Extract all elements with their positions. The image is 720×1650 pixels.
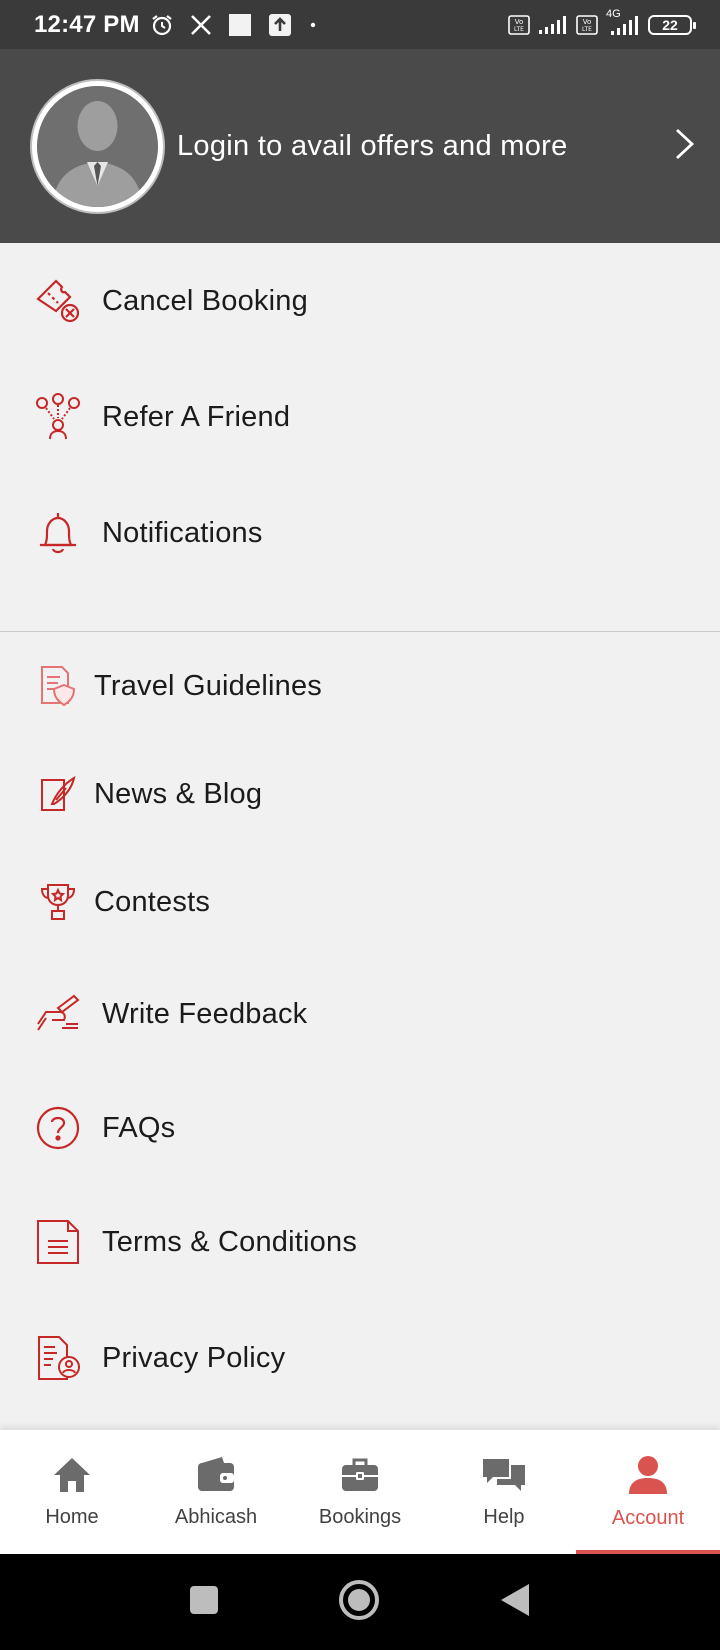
login-text[interactable]: Login to avail offers and more [177,130,568,163]
menu-label: Privacy Policy [102,1341,286,1374]
svg-text:Vo: Vo [515,18,524,26]
login-header[interactable]: Login to avail offers and more [0,49,720,243]
svg-text:Vo: Vo [583,18,592,26]
home-icon [52,1455,92,1500]
menu-label: Terms & Conditions [102,1225,358,1258]
menu-item-notifications[interactable]: Notifications [0,475,720,591]
menu-label: Refer A Friend [102,400,291,433]
bell-icon [34,509,82,557]
menu-label: Contests [94,885,211,918]
nav-help[interactable]: Help [432,1430,576,1554]
network-label: 4G [606,7,621,20]
x-logo-icon [190,14,212,36]
nav-account[interactable]: Account [576,1430,720,1554]
feedback-pen-icon [34,990,82,1038]
menu-item-write-feedback[interactable]: Write Feedback [0,956,720,1072]
menu-item-cancel-booking[interactable]: Cancel Booking [0,243,720,359]
chat-bubbles-icon [481,1455,527,1500]
signal-icon [538,15,568,35]
question-icon [34,1104,82,1152]
menu-label: FAQs [102,1111,176,1144]
avatar [30,78,165,214]
battery-icon: 22 [648,14,696,35]
menu-item-news-blog[interactable]: News & Blog [0,740,720,848]
guidelines-shield-icon [34,662,82,710]
volte-icon: Vo LTE [576,14,598,35]
menu-label: News & Blog [94,777,263,810]
nav-label: Account [611,1507,685,1529]
nav-label: Abhicash [174,1506,258,1528]
nav-label: Bookings [318,1506,402,1528]
menu-label: Write Feedback [102,997,308,1030]
upload-icon [268,13,292,37]
svg-text:LTE: LTE [582,26,592,33]
menu-item-contests[interactable]: Contests [0,848,720,956]
trophy-icon [34,878,82,926]
user-icon [627,1454,669,1501]
menu-item-privacy-policy[interactable]: Privacy Policy [0,1300,720,1416]
menu-item-faqs[interactable]: FAQs [0,1072,720,1184]
alarm-icon [150,13,174,37]
menu-label: Travel Guidelines [94,669,322,702]
dot-icon [308,20,318,30]
status-bar: 12:47 PM Vo LTE Vo LTE 4G 22 [0,0,720,49]
menu-item-travel-guidelines[interactable]: Travel Guidelines [0,632,720,740]
refer-friend-icon [34,393,82,441]
privacy-document-icon [34,1334,82,1382]
wallet-icon [196,1455,236,1500]
briefcase-icon [340,1455,380,1500]
home-button[interactable] [337,1578,381,1627]
nav-bookings[interactable]: Bookings [288,1430,432,1554]
recent-apps-button[interactable] [189,1585,219,1620]
chevron-right-icon[interactable] [674,127,696,166]
volte-icon: Vo LTE [508,14,530,35]
news-blog-icon [34,770,82,818]
nav-label: Home [45,1506,99,1528]
document-icon [34,1218,82,1266]
menu-group-secondary: Travel Guidelines News & Blog Contests W… [0,632,720,1416]
signal-4g-icon: 4G [606,8,640,36]
menu-item-terms-conditions[interactable]: Terms & Conditions [0,1184,720,1300]
system-nav-bar [0,1554,720,1650]
bottom-nav: Home Abhicash Bookings Help Account [0,1430,720,1554]
nav-label: Help [483,1506,525,1528]
menu-label: Cancel Booking [102,284,308,317]
nav-home[interactable]: Home [0,1430,144,1554]
back-button[interactable] [499,1582,531,1623]
user-silhouette-icon [37,85,158,207]
nav-abhicash[interactable]: Abhicash [144,1430,288,1554]
menu-item-refer-friend[interactable]: Refer A Friend [0,359,720,475]
svg-text:LTE: LTE [514,26,524,33]
status-time: 12:47 PM [34,10,140,38]
square-icon [228,13,252,37]
menu-group-primary: Cancel Booking Refer A Friend Notificati… [0,243,720,591]
cancel-ticket-icon [34,277,82,325]
menu-label: Notifications [102,516,263,549]
